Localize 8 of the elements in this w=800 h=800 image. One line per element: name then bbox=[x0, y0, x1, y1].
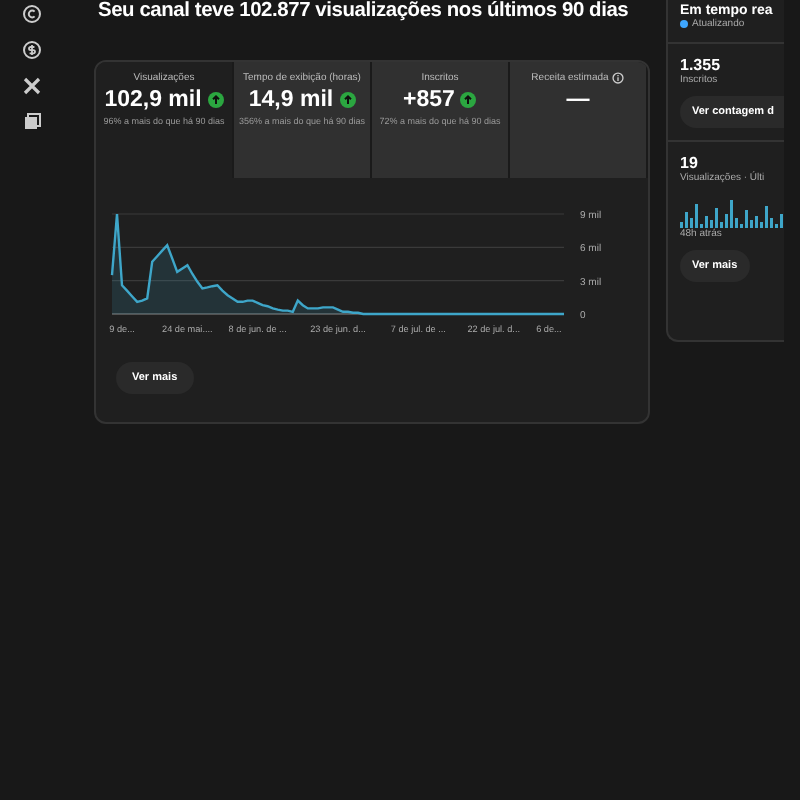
dollar-icon[interactable] bbox=[22, 40, 42, 60]
library-icon[interactable] bbox=[22, 112, 42, 132]
copyright-icon[interactable] bbox=[22, 4, 42, 24]
page-title: Seu canal teve 102.877 visualizações nos últimos 90 dias bbox=[96, 0, 631, 26]
status-dot bbox=[680, 20, 688, 28]
subscriber-count: 1.355 bbox=[680, 56, 723, 74]
tools-icon[interactable] bbox=[22, 76, 42, 96]
views-count: 19 bbox=[680, 154, 700, 172]
